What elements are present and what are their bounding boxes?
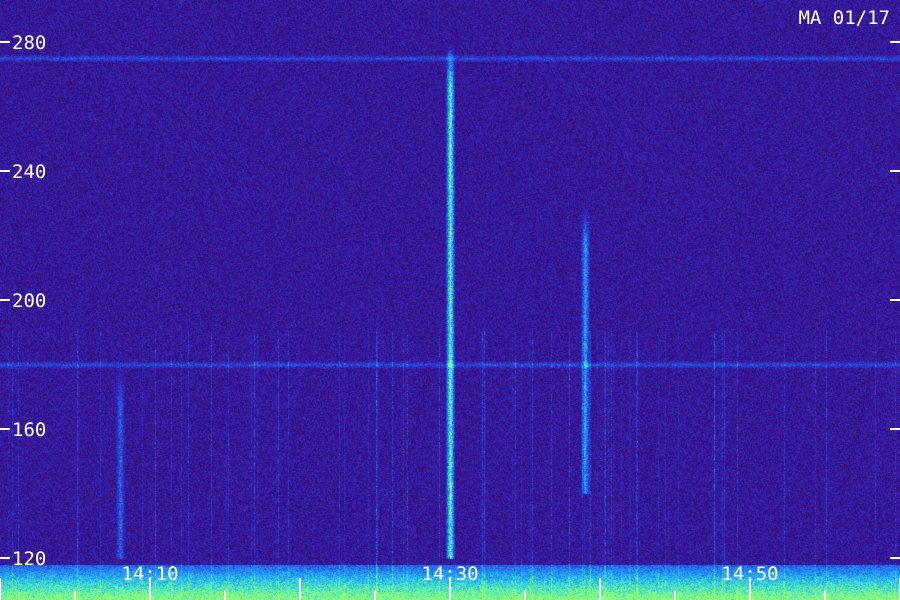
x-tick-label: 14:50: [721, 563, 778, 585]
y-axis-left: 120 160 200 240 280: [0, 32, 46, 570]
station-label: MA 01/17: [798, 7, 890, 29]
y-axis-right: [890, 40, 900, 560]
x-axis: 14:10 14:30 14:50: [0, 563, 900, 600]
y-tick-label: 280: [12, 32, 46, 54]
x-tick-label: 14:10: [121, 563, 178, 585]
x-tick-label: 14:30: [421, 563, 478, 585]
y-tick-label: 240: [12, 161, 46, 183]
y-tick-label: 160: [12, 419, 46, 441]
axis-overlay: 120 160 200 240 280 14:10 14:30 14:50 MA 01/17: [0, 7, 900, 600]
y-tick-label: 120: [12, 548, 46, 570]
y-tick-label: 200: [12, 290, 46, 312]
